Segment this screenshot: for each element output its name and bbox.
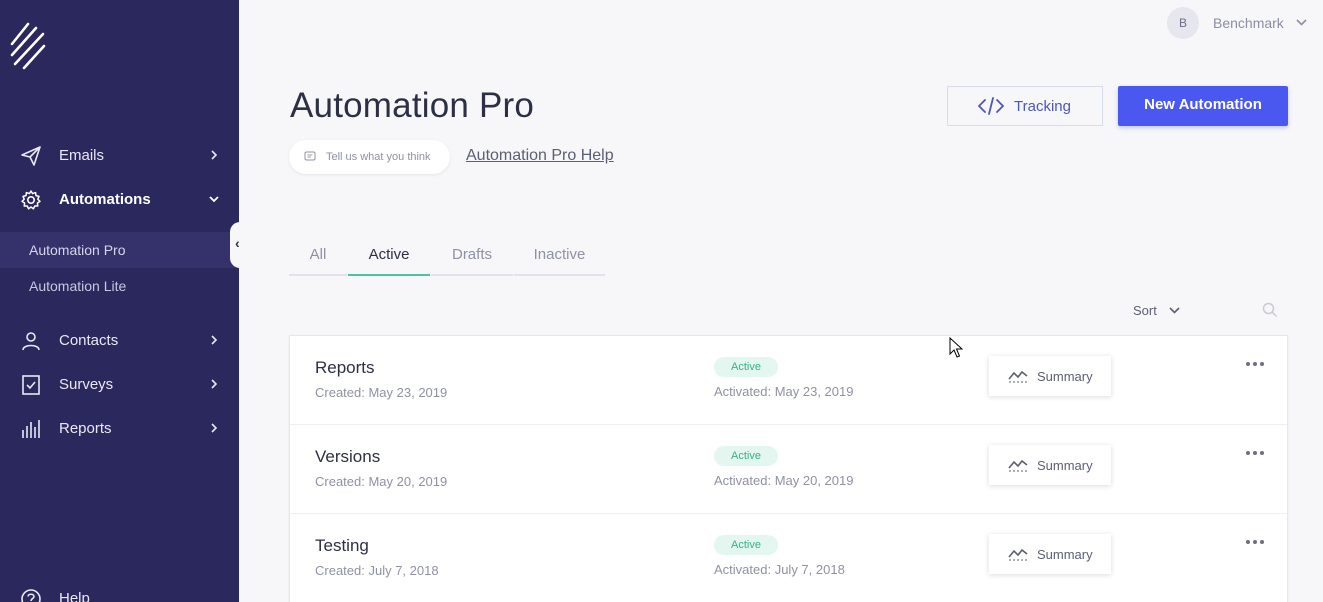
tracking-label: Tracking bbox=[1014, 98, 1071, 115]
sidebar-item-label: Surveys bbox=[59, 376, 114, 393]
list-item: Versions Created: May 20, 2019 Active Ac… bbox=[290, 425, 1287, 514]
tab-drafts[interactable]: Drafts bbox=[431, 238, 513, 276]
automation-name[interactable]: Testing bbox=[315, 536, 369, 556]
list-item: Testing Created: July 7, 2018 Active Act… bbox=[290, 514, 1287, 602]
sidebar-item-reports[interactable]: Reports bbox=[0, 408, 239, 448]
sidebar-item-emails[interactable]: Emails bbox=[0, 135, 239, 175]
more-options-icon[interactable] bbox=[1245, 449, 1265, 457]
chevron-down-icon bbox=[209, 196, 219, 203]
summary-button[interactable]: Summary bbox=[989, 534, 1111, 574]
more-options-icon[interactable] bbox=[1245, 360, 1265, 368]
more-options-icon[interactable] bbox=[1245, 538, 1265, 546]
tracking-button[interactable]: Tracking bbox=[947, 86, 1103, 126]
code-icon bbox=[978, 97, 1004, 115]
list-item: Reports Created: May 23, 2019 Active Act… bbox=[290, 336, 1287, 425]
sidebar-item-help[interactable]: Help bbox=[0, 578, 239, 602]
sidebar-subitem-label: Automation Lite bbox=[29, 278, 127, 294]
trend-chart-icon bbox=[1008, 370, 1028, 383]
user-name[interactable]: Benchmark bbox=[1213, 15, 1284, 31]
mouse-cursor-icon bbox=[949, 337, 963, 358]
gear-icon bbox=[21, 190, 41, 210]
feedback-button[interactable]: Tell us what you think bbox=[289, 140, 450, 174]
created-date: Created: May 20, 2019 bbox=[315, 474, 448, 489]
summary-label: Summary bbox=[1037, 547, 1093, 562]
trend-chart-icon bbox=[1008, 548, 1028, 561]
help-link[interactable]: Automation Pro Help bbox=[466, 147, 614, 165]
brand-logo[interactable] bbox=[10, 22, 46, 72]
avatar[interactable]: B bbox=[1167, 7, 1199, 39]
sidebar-item-label: Contacts bbox=[59, 332, 119, 349]
summary-button[interactable]: Summary bbox=[989, 445, 1111, 485]
sidebar-subitem-automation-lite[interactable]: Automation Lite bbox=[0, 268, 239, 304]
checklist-icon bbox=[22, 375, 40, 395]
automation-list: Reports Created: May 23, 2019 Active Act… bbox=[289, 335, 1288, 602]
chevron-down-icon[interactable] bbox=[1295, 16, 1308, 29]
tab-all[interactable]: All bbox=[289, 238, 347, 276]
summary-label: Summary bbox=[1037, 458, 1093, 473]
activated-date: Activated: July 7, 2018 bbox=[714, 562, 845, 577]
chevron-left-icon: ‹ bbox=[235, 235, 240, 251]
paper-plane-icon bbox=[21, 146, 41, 166]
chevron-right-icon bbox=[211, 335, 218, 345]
chevron-right-icon bbox=[211, 150, 218, 160]
page-title: Automation Pro bbox=[290, 86, 535, 125]
sidebar-item-label: Reports bbox=[59, 420, 112, 437]
automation-name[interactable]: Versions bbox=[315, 447, 380, 467]
sidebar-item-automations[interactable]: Automations bbox=[0, 179, 239, 219]
status-badge: Active bbox=[714, 357, 778, 377]
chevron-right-icon bbox=[211, 423, 218, 433]
status-badge: Active bbox=[714, 446, 778, 466]
bar-chart-icon bbox=[22, 420, 40, 438]
sidebar-subitem-automation-pro[interactable]: Automation Pro bbox=[0, 232, 239, 268]
sort-dropdown[interactable]: Sort bbox=[1133, 303, 1157, 318]
created-date: Created: May 23, 2019 bbox=[315, 385, 448, 400]
new-automation-button[interactable]: New Automation bbox=[1118, 86, 1288, 126]
automation-name[interactable]: Reports bbox=[315, 358, 375, 378]
tab-inactive[interactable]: Inactive bbox=[514, 238, 605, 276]
sidebar-item-contacts[interactable]: Contacts bbox=[0, 320, 239, 360]
sidebar-item-label: Emails bbox=[59, 147, 105, 164]
sidebar-item-surveys[interactable]: Surveys bbox=[0, 364, 239, 404]
sidebar-item-label: Automations bbox=[59, 191, 151, 208]
user-icon bbox=[22, 332, 40, 351]
summary-label: Summary bbox=[1037, 369, 1093, 384]
sidebar-collapse-toggle[interactable]: ‹ bbox=[230, 222, 248, 268]
feedback-label: Tell us what you think bbox=[326, 151, 431, 163]
sidebar-item-label: Help bbox=[59, 590, 90, 602]
sidebar: Emails Automations Automation Pro Automa… bbox=[0, 0, 239, 602]
search-icon[interactable] bbox=[1262, 302, 1278, 318]
summary-button[interactable]: Summary bbox=[989, 356, 1111, 396]
activated-date: Activated: May 23, 2019 bbox=[714, 384, 854, 399]
chevron-down-icon[interactable] bbox=[1168, 304, 1181, 317]
status-badge: Active bbox=[714, 535, 778, 555]
question-icon bbox=[21, 589, 41, 602]
chevron-right-icon bbox=[211, 379, 218, 389]
tab-active[interactable]: Active bbox=[348, 238, 430, 276]
activated-date: Activated: May 20, 2019 bbox=[714, 473, 854, 488]
created-date: Created: July 7, 2018 bbox=[315, 563, 439, 578]
trend-chart-icon bbox=[1008, 459, 1028, 472]
sidebar-subitem-label: Automation Pro bbox=[29, 242, 126, 258]
chat-bubble-icon bbox=[304, 151, 316, 161]
